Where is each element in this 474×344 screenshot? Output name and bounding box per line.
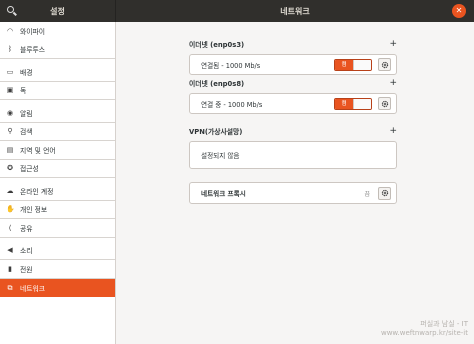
sidebar-item-bluetooth[interactable]: ᛒ 블루투스: [0, 41, 115, 59]
sidebar-item-power[interactable]: ▮ 전원: [0, 260, 115, 279]
wifi-icon: ◠: [6, 27, 14, 36]
connection-status: 연결됨 - 1000 Mb/s: [201, 61, 261, 70]
toggle-on-label: 켬: [335, 59, 353, 70]
sidebar-item-label: 알림: [20, 109, 33, 118]
sidebar: ◠ 와이파이 ᛒ 블루투스 ▭ 배경 ▣ 독 ◉ 알림 ⚲ 검색 ▤ 지역 및 …: [0, 22, 116, 344]
sidebar-item-privacy[interactable]: ✋ 개인 정보: [0, 201, 115, 219]
sidebar-item-online-accounts[interactable]: ☁ 온라인 계정: [0, 182, 115, 201]
add-connection-button[interactable]: +: [387, 78, 397, 88]
sidebar-item-label: 전원: [20, 265, 33, 274]
gear-icon: [381, 189, 388, 197]
bluetooth-icon: ᛒ: [7, 45, 13, 54]
sidebar-item-wifi[interactable]: ◠ 와이파이: [0, 22, 115, 41]
section-title: VPN(가상사설망): [189, 128, 243, 136]
ethernet-section-2: 이더넷 (enp0s8) + 연결 중 - 1000 Mb/s 켬: [189, 77, 397, 114]
watermark-line-2: www.weftnwarp.kr/site-it: [380, 329, 468, 337]
sidebar-item-label: 와이파이: [20, 28, 46, 37]
ethernet-section-1: 이더넷 (enp0s3) + 연결됨 - 1000 Mb/s 켬: [189, 38, 397, 75]
sidebar-item-label: 접근성: [20, 165, 39, 174]
privacy-icon: ✋: [6, 205, 15, 214]
sidebar-item-sound[interactable]: ◀ 소리: [0, 242, 115, 260]
content-header: 네트워크 ✕: [116, 0, 474, 22]
sidebar-item-label: 검색: [20, 128, 33, 137]
gear-icon: [381, 61, 388, 68]
sidebar-item-label: 온라인 계정: [20, 187, 54, 196]
sidebar-item-notifications[interactable]: ◉ 알림: [0, 104, 115, 123]
close-button[interactable]: ✕: [452, 4, 466, 18]
search-icon: ⚲: [7, 127, 13, 136]
watermark: 퍼실과 남실 - IT www.weftnwarp.kr/site-it: [381, 320, 468, 338]
sidebar-item-label: 소리: [20, 247, 33, 256]
sidebar-item-label: 지역 및 언어: [20, 146, 56, 155]
settings-button[interactable]: [378, 58, 391, 71]
settings-button[interactable]: [378, 97, 391, 110]
window-title: 네트워크: [280, 6, 310, 16]
accessibility-icon: ✪: [7, 164, 13, 173]
header-bar: 설정 네트워크 ✕: [0, 0, 474, 22]
background-icon: ▭: [6, 67, 14, 76]
sharing-icon: ⟨: [8, 223, 12, 232]
vpn-empty-row: 설정되지 않음: [189, 141, 397, 169]
sidebar-title: 설정: [50, 6, 65, 16]
sidebar-item-label: 네트워크: [20, 284, 46, 293]
network-panel: 이더넷 (enp0s3) + 연결됨 - 1000 Mb/s 켬 이더넷 (en…: [117, 22, 474, 344]
sidebar-item-label: 블루투스: [20, 46, 46, 55]
sidebar-item-label: 독: [20, 87, 27, 96]
sound-icon: ◀: [7, 246, 13, 255]
add-vpn-button[interactable]: +: [387, 126, 397, 136]
sidebar-item-accessibility[interactable]: ✪ 접근성: [0, 160, 115, 178]
sidebar-item-background[interactable]: ▭ 배경: [0, 63, 115, 82]
vpn-section: VPN(가상사설망) + 설정되지 않음: [189, 125, 397, 169]
online-accounts-icon: ☁: [6, 186, 14, 195]
proxy-label: 네트워크 프록시: [201, 190, 246, 198]
sidebar-item-network[interactable]: ⧉ 네트워크: [0, 278, 115, 297]
sidebar-item-search[interactable]: ⚲ 검색: [0, 123, 115, 141]
gear-icon: [381, 100, 388, 107]
sidebar-item-region[interactable]: ▤ 지역 및 언어: [0, 141, 115, 160]
vpn-empty-text: 설정되지 않음: [201, 152, 240, 160]
section-title: 이더넷 (enp0s3): [189, 41, 245, 49]
sidebar-item-label: 개인 정보: [20, 206, 48, 215]
proxy-state: 끔: [364, 190, 370, 198]
add-connection-button[interactable]: +: [387, 39, 397, 49]
section-title: 이더넷 (enp0s8): [189, 80, 245, 88]
notifications-icon: ◉: [6, 108, 14, 117]
sidebar-item-dock[interactable]: ▣ 독: [0, 82, 115, 100]
power-icon: ▮: [8, 264, 12, 273]
connection-toggle[interactable]: 켬: [334, 97, 372, 110]
proxy-row[interactable]: 네트워크 프록시 끔: [189, 182, 397, 204]
connection-row: 연결됨 - 1000 Mb/s 켬: [189, 54, 397, 75]
proxy-section: 네트워크 프록시 끔: [189, 182, 397, 204]
network-icon: ⧉: [7, 283, 13, 292]
sidebar-item-label: 공유: [20, 224, 33, 233]
connection-row: 연결 중 - 1000 Mb/s 켬: [189, 93, 397, 114]
toggle-on-label: 켬: [335, 98, 353, 109]
sidebar-header: 설정: [0, 0, 116, 22]
sidebar-item-label: 배경: [20, 68, 33, 77]
connection-toggle[interactable]: 켬: [334, 58, 372, 71]
watermark-line-1: 퍼실과 남실 - IT: [420, 320, 468, 328]
connection-status: 연결 중 - 1000 Mb/s: [201, 100, 263, 109]
proxy-settings-button[interactable]: [378, 186, 391, 200]
sidebar-item-sharing[interactable]: ⟨ 공유: [0, 219, 115, 238]
dock-icon: ▣: [6, 86, 14, 95]
region-icon: ▤: [6, 145, 14, 154]
